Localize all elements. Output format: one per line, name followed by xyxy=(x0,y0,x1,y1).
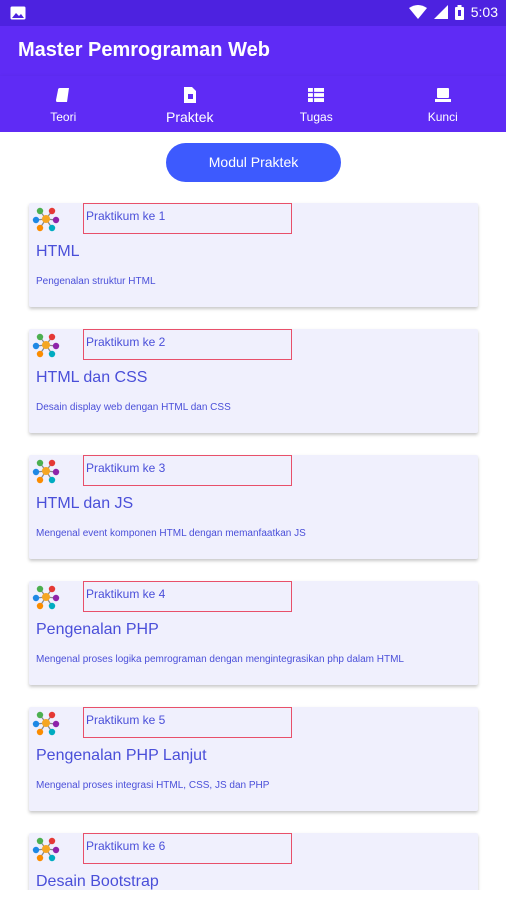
praktikum-number: Praktikum ke 4 xyxy=(86,587,166,601)
tab-label: Tugas xyxy=(299,110,333,124)
praktek-list[interactable]: Modul Praktek Praktikum ke 1 HTML Pengen… xyxy=(0,132,506,890)
app-title: Master Pemrograman Web xyxy=(18,39,270,61)
key-icon xyxy=(434,88,451,102)
tab-tugas[interactable]: Tugas xyxy=(253,76,380,132)
course-description: Pengenalan struktur HTML xyxy=(36,276,156,287)
molecule-logo-icon xyxy=(32,207,60,232)
praktikum-number: Praktikum ke 6 xyxy=(86,839,166,853)
tab-praktek[interactable]: Praktek xyxy=(127,76,254,132)
praktikum-card[interactable]: Praktikum ke 6 Desain Bootstrap xyxy=(29,833,478,890)
app-bar: Master Pemrograman Web xyxy=(0,26,506,76)
battery-icon xyxy=(454,4,464,20)
bottom-edge xyxy=(0,890,506,900)
image-icon xyxy=(10,6,26,20)
course-description: Desain display web dengan HTML dan CSS xyxy=(36,402,231,413)
praktikum-number: Praktikum ke 5 xyxy=(86,713,166,727)
tab-label: Praktek xyxy=(166,109,214,125)
course-title: Pengenalan PHP Lanjut xyxy=(36,747,207,764)
book-icon xyxy=(56,88,70,102)
course-description: Mengenal proses logika pemrograman denga… xyxy=(36,654,404,665)
praktikum-card[interactable]: Praktikum ke 5 Pengenalan PHP Lanjut Men… xyxy=(29,707,478,811)
course-description: Mengenal proses integrasi HTML, CSS, JS … xyxy=(36,780,270,791)
course-description: Mengenal event komponen HTML dengan mema… xyxy=(36,528,306,539)
tab-label: Kunci xyxy=(427,110,458,124)
praktikum-number: Praktikum ke 2 xyxy=(86,335,166,349)
praktikum-card[interactable]: Praktikum ke 2 HTML dan CSS Desain displ… xyxy=(29,329,478,433)
grid-icon xyxy=(308,88,325,102)
course-title: Pengenalan PHP xyxy=(36,621,159,638)
molecule-logo-icon xyxy=(32,837,60,862)
tab-teori[interactable]: Teori xyxy=(0,76,127,132)
molecule-logo-icon xyxy=(32,333,60,358)
tab-bar: Teori Praktek Tugas Kunci xyxy=(0,76,506,132)
course-title: HTML dan CSS xyxy=(36,369,148,386)
document-icon xyxy=(183,87,196,103)
tab-kunci[interactable]: Kunci xyxy=(380,76,506,132)
course-title: HTML xyxy=(36,243,80,260)
molecule-logo-icon xyxy=(32,711,60,736)
molecule-logo-icon xyxy=(32,585,60,610)
signal-icon xyxy=(433,5,448,19)
status-time: 5:03 xyxy=(470,4,498,20)
praktikum-card[interactable]: Praktikum ke 3 HTML dan JS Mengenal even… xyxy=(29,455,478,559)
course-title: Desain Bootstrap xyxy=(36,873,159,890)
course-title: HTML dan JS xyxy=(36,495,134,512)
praktikum-number: Praktikum ke 3 xyxy=(86,461,166,475)
praktikum-number: Praktikum ke 1 xyxy=(86,209,166,223)
molecule-logo-icon xyxy=(32,459,60,484)
status-bar: 5:03 xyxy=(0,0,506,26)
praktikum-card[interactable]: Praktikum ke 1 HTML Pengenalan struktur … xyxy=(29,203,478,307)
praktikum-card[interactable]: Praktikum ke 4 Pengenalan PHP Mengenal p… xyxy=(29,581,478,685)
modul-praktek-button[interactable]: Modul Praktek xyxy=(166,143,341,182)
tab-label: Teori xyxy=(50,110,77,124)
wifi-icon xyxy=(408,5,427,19)
